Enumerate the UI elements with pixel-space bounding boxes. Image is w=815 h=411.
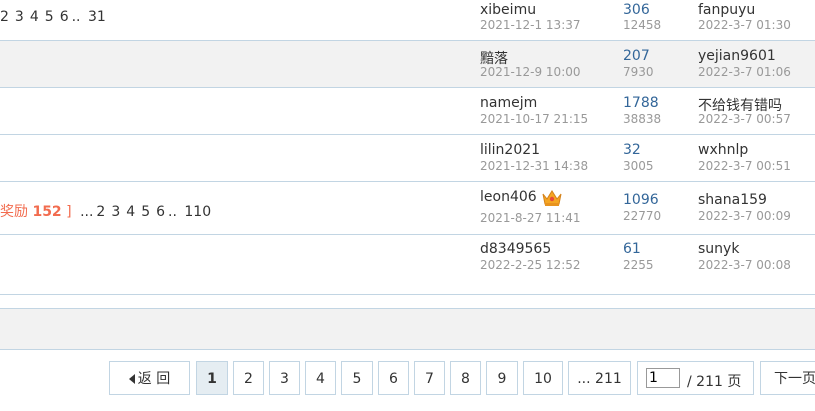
thread-row: 黯落 2021-12-9 10:00 207 7930 yejian9601 2… <box>0 41 815 88</box>
last-post-date[interactable]: 2022-3-7 01:06 <box>698 65 791 79</box>
thread-row: namejm 2021-10-17 21:15 1788 38838 不给钱有错… <box>0 88 815 135</box>
page-total-label: / 211 页 <box>687 374 742 390</box>
page-link[interactable]: 6 <box>156 204 165 220</box>
thread-replies[interactable]: 61 <box>623 241 641 257</box>
thread-pages: 2 3 4 5 6.. 31 <box>0 9 109 25</box>
thread-author[interactable]: leon406 <box>480 188 562 206</box>
thread-replies[interactable]: 207 <box>623 48 650 64</box>
page-link[interactable]: 2 <box>96 204 105 220</box>
thread-author-date: 2021-12-9 10:00 <box>480 65 581 79</box>
reward-close: ] <box>66 204 72 220</box>
back-label: 返 回 <box>137 371 171 387</box>
page-button[interactable]: 10 <box>523 361 563 395</box>
reward-label: 奖励 <box>0 204 28 220</box>
thread-views: 3005 <box>623 159 654 173</box>
thread-row: d8349565 2022-2-25 12:52 61 2255 sunyk 2… <box>0 235 815 295</box>
thread-replies[interactable]: 32 <box>623 142 641 158</box>
thread-author-date: 2021-12-31 14:38 <box>480 159 589 173</box>
thread-replies[interactable]: 1096 <box>623 192 659 208</box>
crown-icon <box>541 188 562 206</box>
page-link[interactable]: 5 <box>45 9 54 25</box>
page-button[interactable]: 7 <box>414 361 445 395</box>
page-jump-input[interactable] <box>646 368 680 388</box>
page-button[interactable]: 5 <box>341 361 373 395</box>
thread-row: lilin2021 2021-12-31 14:38 32 3005 wxhnl… <box>0 135 815 182</box>
thread-row: 奖励 152 ] ... 2 3 4 5 6.. 110 leon406 2021-8-2… <box>0 182 815 235</box>
thread-author-name[interactable]: leon406 <box>480 189 537 205</box>
page-link[interactable]: 4 <box>126 204 135 220</box>
page-button[interactable]: 4 <box>305 361 336 395</box>
last-post-date[interactable]: 2022-3-7 00:09 <box>698 209 791 223</box>
thread-replies[interactable]: 1788 <box>623 95 659 111</box>
page-button-current[interactable]: 1 <box>196 361 228 395</box>
thread-author-date: 2021-12-1 13:37 <box>480 18 581 32</box>
thread-author-date: 2021-10-17 21:15 <box>480 112 589 126</box>
page-link[interactable]: 3 <box>111 204 120 220</box>
page-button-last[interactable]: ... 211 <box>568 361 631 395</box>
pages-ellipsis: .. <box>71 9 81 25</box>
thread-author-date: 2022-2-25 12:52 <box>480 258 581 272</box>
page-button[interactable]: 6 <box>378 361 409 395</box>
triangle-left-icon <box>128 374 135 384</box>
reward-badge: 奖励 152 ] <box>0 204 72 220</box>
thread-views: 2255 <box>623 258 654 272</box>
page-link-last[interactable]: 110 <box>184 204 211 220</box>
last-post-date[interactable]: 2022-3-7 00:51 <box>698 159 791 173</box>
thread-pages: 奖励 152 ] ... 2 3 4 5 6.. 110 <box>0 201 214 221</box>
thread-author-date: 2021-8-27 11:41 <box>480 211 581 225</box>
thread-views: 7930 <box>623 65 654 79</box>
last-post-date[interactable]: 2022-3-7 00:57 <box>698 112 791 126</box>
page-link[interactable]: 3 <box>15 9 24 25</box>
page-button[interactable]: 9 <box>486 361 518 395</box>
thread-views: 22770 <box>623 209 662 223</box>
last-post-user[interactable]: shana159 <box>698 192 767 208</box>
thread-views: 38838 <box>623 112 662 126</box>
page-button[interactable]: 3 <box>269 361 300 395</box>
next-page-button[interactable]: 下一页 <box>760 361 815 395</box>
last-post-user[interactable]: sunyk <box>698 241 739 257</box>
thread-views: 12458 <box>623 18 662 32</box>
page-link[interactable]: 5 <box>141 204 150 220</box>
thread-row: 2 3 4 5 6.. 31 xibeimu 2021-12-1 13:37 306 1… <box>0 0 815 41</box>
reward-value: 152 <box>32 204 62 220</box>
page-link-last[interactable]: 31 <box>88 9 106 25</box>
next-page-label: 下一页 <box>774 371 815 387</box>
page-link[interactable]: 4 <box>30 9 39 25</box>
last-post-user[interactable]: wxhnlp <box>698 142 748 158</box>
last-post-date[interactable]: 2022-3-7 01:30 <box>698 18 791 32</box>
pages-prefix-ellipsis: ... <box>80 204 94 220</box>
pages-ellipsis: .. <box>168 204 177 220</box>
last-post-user[interactable]: fanpuyu <box>698 2 755 18</box>
last-post-user[interactable]: yejian9601 <box>698 48 776 64</box>
thread-author[interactable]: lilin2021 <box>480 142 540 158</box>
thread-author[interactable]: d8349565 <box>480 241 551 257</box>
thread-author[interactable]: namejm <box>480 95 537 111</box>
last-post-date[interactable]: 2022-3-7 00:08 <box>698 258 791 272</box>
page-button[interactable]: 2 <box>233 361 264 395</box>
thread-replies[interactable]: 306 <box>623 2 650 18</box>
page-link[interactable]: 2 <box>0 9 9 25</box>
thread-list-footer <box>0 308 815 350</box>
back-button[interactable]: 返 回 <box>109 361 190 395</box>
page-link[interactable]: 6 <box>60 9 69 25</box>
page-button[interactable]: 8 <box>450 361 481 395</box>
thread-author[interactable]: xibeimu <box>480 2 536 18</box>
